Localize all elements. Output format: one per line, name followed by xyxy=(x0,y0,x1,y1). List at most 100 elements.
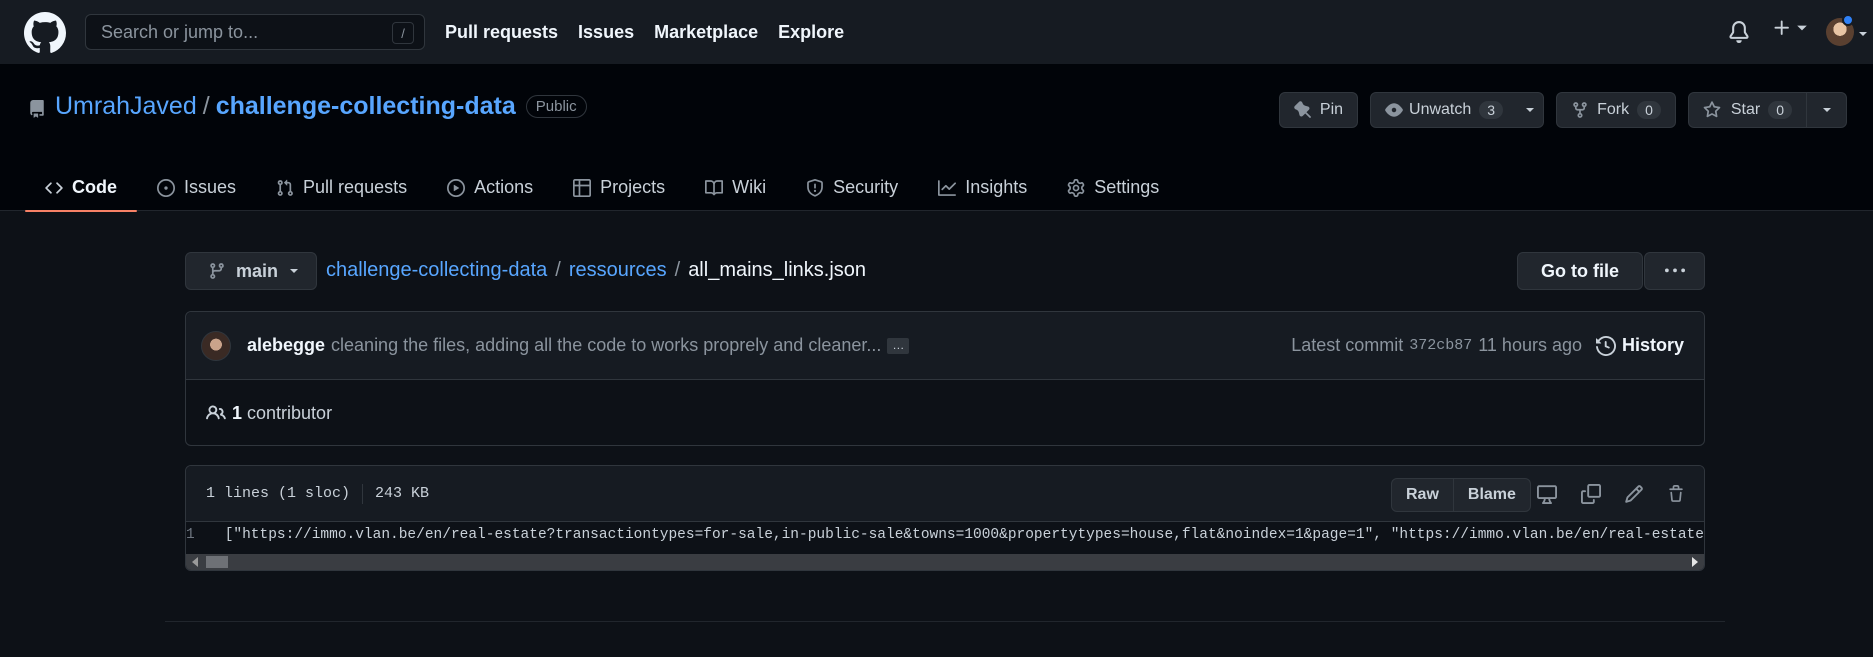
repo-tabs: Code Issues Pull requests Actions Projec… xyxy=(25,164,1179,212)
nav-issues[interactable]: Issues xyxy=(578,22,634,43)
search-placeholder: Search or jump to... xyxy=(101,21,259,42)
breadcrumb-current-file: all_mains_links.json xyxy=(688,259,867,281)
pencil-icon[interactable] xyxy=(1624,484,1644,504)
desktop-icon[interactable] xyxy=(1536,484,1558,504)
repo-header: UmrahJaved / challenge-collecting-data P… xyxy=(0,64,1873,212)
table-icon xyxy=(573,178,592,197)
branch-icon xyxy=(210,263,224,279)
eye-icon xyxy=(1385,103,1403,117)
tab-label: Issues xyxy=(184,177,237,197)
people-icon xyxy=(206,405,226,420)
expand-commit-button[interactable]: … xyxy=(887,337,910,354)
breadcrumb-repo-link[interactable]: challenge-collecting-data xyxy=(326,259,547,282)
commit-message-link[interactable]: cleaning the files, adding all the code … xyxy=(331,335,881,356)
chevron-down-icon[interactable] xyxy=(1517,93,1543,127)
commit-sha-link[interactable]: 372cb87 xyxy=(1409,337,1472,354)
tab-label: Wiki xyxy=(732,177,767,197)
scrollbar-thumb[interactable] xyxy=(206,556,228,568)
line-number[interactable]: 1 xyxy=(186,527,205,543)
avatar[interactable] xyxy=(201,330,231,361)
blame-button[interactable]: Blame xyxy=(1452,479,1530,511)
repo-icon xyxy=(28,98,46,120)
file-viewer: 1 lines (1 sloc) 243 KB Raw Blame 1 ["ht… xyxy=(185,465,1705,571)
scroll-right-arrow[interactable] xyxy=(1692,557,1698,567)
more-options-button[interactable] xyxy=(1644,252,1705,290)
bell-icon[interactable] xyxy=(1728,20,1750,44)
visibility-badge: Public xyxy=(525,95,587,118)
fork-count: 0 xyxy=(1637,101,1661,119)
repo-actions: Pin Unwatch 3 Fork 0 Star 0 xyxy=(1267,92,1847,128)
github-logo-icon[interactable] xyxy=(24,12,66,54)
tab-label: Settings xyxy=(1094,177,1160,197)
tab-label: Code xyxy=(72,177,117,197)
commit-author-link[interactable]: alebegge xyxy=(247,335,325,356)
history-label: History xyxy=(1621,335,1684,355)
search-shortcut-key: / xyxy=(392,22,414,44)
notification-dot xyxy=(1842,14,1854,26)
tab-security[interactable]: Security xyxy=(786,164,918,211)
create-new-menu[interactable] xyxy=(1772,18,1808,38)
code-content: ["https://immo.vlan.be/en/real-estate?tr… xyxy=(224,527,1705,543)
repo-title: UmrahJaved / challenge-collecting-data P… xyxy=(55,92,587,121)
global-header: Search or jump to... / Pull requests Iss… xyxy=(0,0,1873,64)
raw-blame-group: Raw Blame xyxy=(1391,478,1531,512)
breadcrumb-folder-link[interactable]: ressources xyxy=(569,259,667,282)
star-button[interactable]: Star 0 xyxy=(1687,92,1847,128)
fork-label: Fork xyxy=(1597,101,1630,118)
go-to-file-button[interactable]: Go to file xyxy=(1517,252,1643,290)
nav-pull-requests[interactable]: Pull requests xyxy=(445,22,558,43)
scroll-left-arrow[interactable] xyxy=(192,557,198,567)
contributors-row[interactable]: 1 contributor xyxy=(186,380,1704,446)
pull-request-icon xyxy=(277,179,293,196)
tab-pull-requests[interactable]: Pull requests xyxy=(256,164,427,211)
gear-icon xyxy=(1067,178,1085,197)
fork-button[interactable]: Fork 0 xyxy=(1556,92,1676,128)
commit-time: 11 hours ago xyxy=(1478,335,1582,355)
chevron-down-icon[interactable] xyxy=(1857,29,1869,39)
watch-label: Unwatch xyxy=(1409,101,1472,118)
nav-explore[interactable]: Explore xyxy=(778,22,844,43)
tab-issues[interactable]: Issues xyxy=(137,164,256,211)
trash-icon[interactable] xyxy=(1667,484,1685,504)
tab-projects[interactable]: Projects xyxy=(553,164,685,211)
commit-meta: Latest commit 372cb87 11 hours ago xyxy=(1291,335,1582,356)
history-link[interactable]: History xyxy=(1595,335,1684,356)
tab-settings[interactable]: Settings xyxy=(1047,164,1179,211)
branch-name: main xyxy=(236,260,279,281)
nav-marketplace[interactable]: Marketplace xyxy=(654,22,758,43)
tab-actions[interactable]: Actions xyxy=(427,164,553,211)
graph-icon xyxy=(938,179,957,196)
kebab-horizontal-icon xyxy=(1664,268,1685,273)
search-input[interactable]: Search or jump to... / xyxy=(85,14,425,50)
file-lines-info: 1 lines (1 sloc) xyxy=(206,485,351,502)
shield-icon xyxy=(807,178,824,197)
play-icon xyxy=(447,178,466,197)
issue-icon xyxy=(157,178,175,197)
watch-button[interactable]: Unwatch 3 xyxy=(1370,92,1545,128)
tab-insights[interactable]: Insights xyxy=(918,164,1047,211)
contributors-count: 1 xyxy=(232,402,243,423)
code-icon xyxy=(45,181,63,194)
breadcrumb: challenge-collecting-data / ressources /… xyxy=(326,259,866,282)
copy-icon[interactable] xyxy=(1581,484,1601,504)
chevron-down-icon xyxy=(290,269,299,273)
commit-row: alebegge cleaning the files, adding all … xyxy=(186,312,1704,380)
pin-button[interactable]: Pin xyxy=(1278,92,1359,128)
horizontal-scrollbar[interactable] xyxy=(186,554,1704,570)
repo-name-link[interactable]: challenge-collecting-data xyxy=(216,92,516,121)
star-icon xyxy=(1703,101,1721,118)
watch-count: 3 xyxy=(1479,101,1504,119)
tab-code[interactable]: Code xyxy=(25,164,137,212)
repo-owner-link[interactable]: UmrahJaved xyxy=(55,92,197,121)
tab-wiki[interactable]: Wiki xyxy=(685,164,786,211)
history-icon xyxy=(1595,335,1616,356)
divider xyxy=(362,483,364,504)
chevron-down-icon[interactable] xyxy=(1806,93,1846,127)
tab-label: Security xyxy=(833,177,899,197)
branch-selector[interactable]: main xyxy=(185,252,317,290)
repo-title-separator: / xyxy=(202,92,210,120)
tab-label: Actions xyxy=(474,177,534,197)
plus-icon xyxy=(1774,20,1789,35)
code-line: 1 ["https://immo.vlan.be/en/real-estate?… xyxy=(186,522,1704,548)
raw-button[interactable]: Raw xyxy=(1392,479,1453,511)
